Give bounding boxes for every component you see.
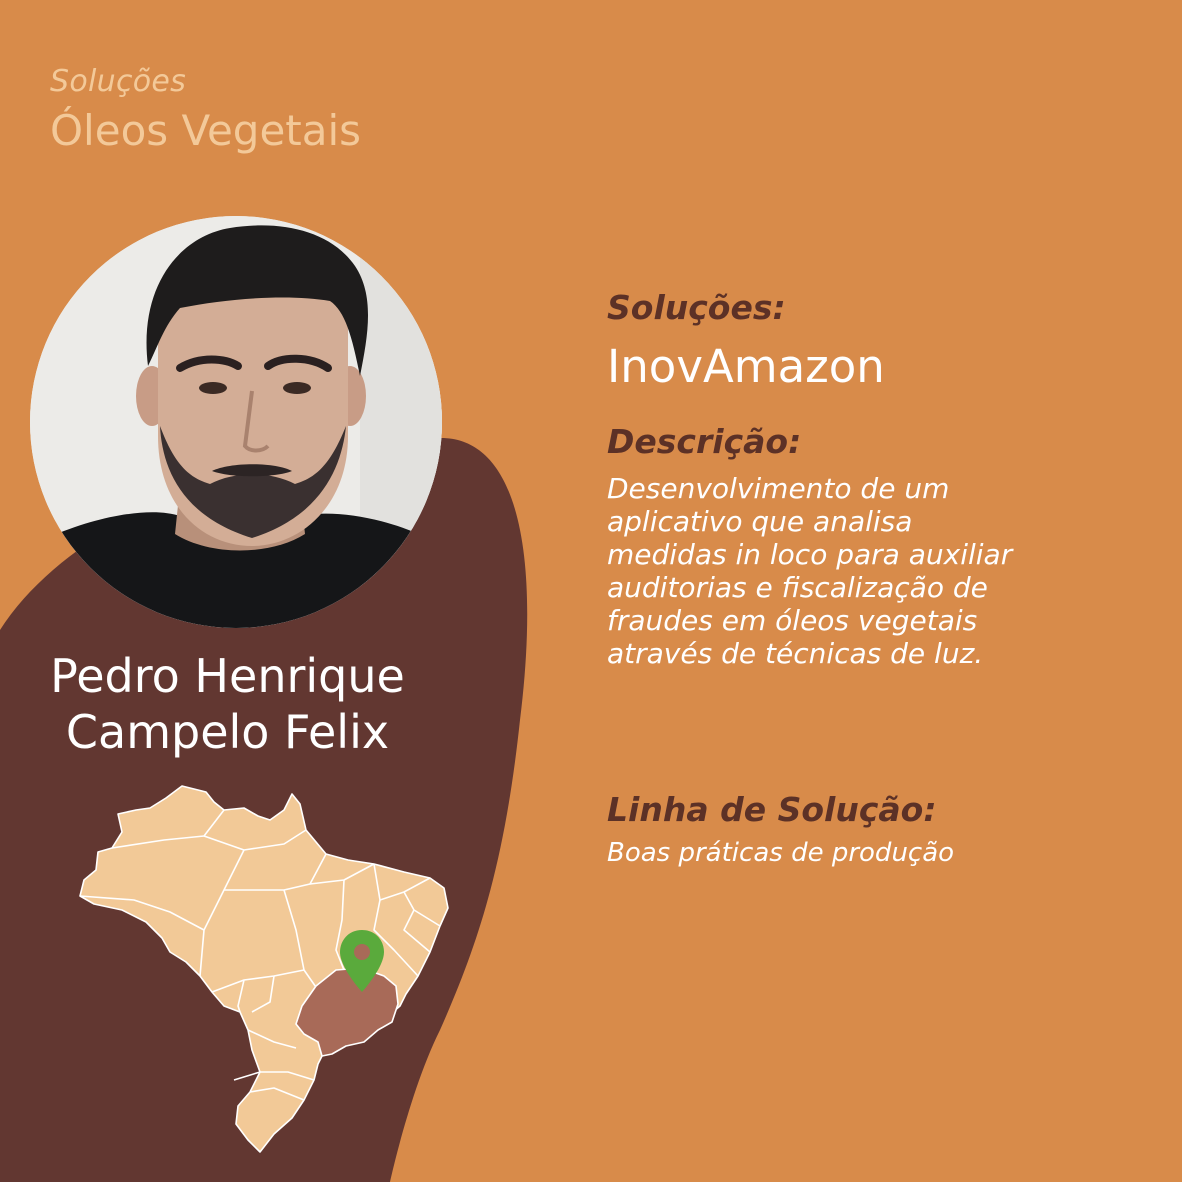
person-name-line2: Campelo Felix — [65, 705, 390, 759]
person-name: Pedro Henrique Campelo Felix — [0, 648, 455, 760]
brazil-map — [79, 785, 449, 1153]
solution-line-value: Boas práticas de produção — [607, 838, 955, 868]
solution-label: Soluções: — [607, 288, 786, 327]
person-name-line1: Pedro Henrique — [50, 649, 405, 703]
solution-name: InovAmazon — [607, 340, 885, 393]
person-photo — [30, 216, 442, 628]
description-line: através de técnicas de luz. — [607, 637, 984, 670]
description-line: aplicativo que analisa — [607, 505, 913, 538]
solution-card: Soluções Óleos Vegetais Pedro Henrique C… — [0, 0, 1182, 1182]
solution-line-label: Linha de Solução: — [607, 790, 937, 829]
header-kicker: Soluções — [50, 64, 187, 99]
description-line: Desenvolvimento de um — [607, 472, 950, 505]
page-title: Óleos Vegetais — [50, 106, 362, 155]
description-label: Descrição: — [607, 422, 802, 461]
description-text: Desenvolvimento de um aplicativo que ana… — [607, 472, 1087, 670]
description-line: auditorias e fiscalização de — [607, 571, 988, 604]
brazil-outline — [79, 785, 449, 1153]
description-line: fraudes em óleos vegetais — [607, 604, 978, 637]
description-line: medidas in loco para auxiliar — [607, 538, 1013, 571]
